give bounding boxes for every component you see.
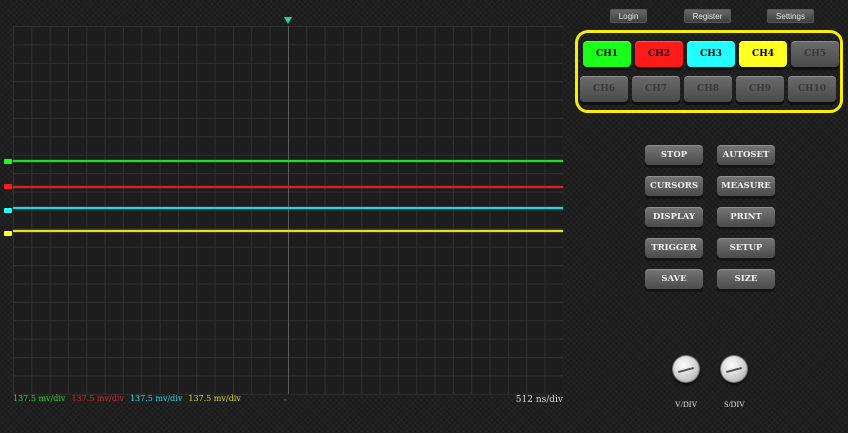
trace-ch2	[13, 186, 563, 188]
setup-button[interactable]: SETUP	[717, 238, 775, 258]
ch2-button[interactable]: CH2	[635, 41, 683, 67]
ch4-offset-marker[interactable]	[4, 231, 12, 236]
ch1-vdiv: 137.5 mv/div	[13, 394, 66, 403]
ch1-offset-marker[interactable]	[4, 159, 12, 164]
ch7-button[interactable]: CH7	[632, 76, 680, 102]
measure-button[interactable]: MEASURE	[717, 176, 775, 196]
ch3-offset-marker[interactable]	[4, 208, 12, 213]
ch8-button[interactable]: CH8	[684, 76, 732, 102]
trace-ch3	[13, 207, 563, 209]
print-button[interactable]: PRINT	[717, 207, 775, 227]
ch2-offset-marker[interactable]	[4, 184, 12, 189]
ch3-vdiv: 137.5 mv/div	[129, 394, 183, 403]
sdiv-label: S/DIV	[724, 400, 745, 409]
ch9-button[interactable]: CH9	[736, 76, 784, 102]
trigger-button[interactable]: TRIGGER	[645, 238, 703, 258]
vdiv-readouts: 137.5 mv/div 137.5 mv/div 137.5 mv/div 137.…	[13, 394, 563, 403]
ch10-button[interactable]: CH10	[788, 76, 836, 102]
ch4-button[interactable]: CH4	[739, 41, 787, 67]
display-button[interactable]: DISPLAY	[645, 207, 703, 227]
knob-notch-icon	[726, 366, 742, 374]
settings-button[interactable]: Settings	[766, 8, 815, 24]
ch5-button[interactable]: CH5	[791, 41, 839, 67]
size-button[interactable]: SIZE	[717, 269, 775, 289]
trace-ch4	[13, 230, 563, 232]
scope-info-bar: 137.5 mv/div 137.5 mv/div 137.5 mv/div 137.…	[13, 394, 563, 408]
ch3-button[interactable]: CH3	[687, 41, 735, 67]
save-button[interactable]: SAVE	[645, 269, 703, 289]
ch1-button[interactable]: CH1	[583, 41, 631, 67]
trace-ch1	[13, 160, 563, 162]
trigger-position-marker[interactable]	[284, 17, 292, 24]
ch6-button[interactable]: CH6	[580, 76, 628, 102]
ch2-vdiv: 137.5 mv/div	[71, 394, 124, 403]
center-vertical-line	[288, 26, 289, 394]
vdiv-label: V/DIV	[675, 400, 698, 409]
login-button[interactable]: Login	[609, 8, 648, 24]
oscilloscope-screen[interactable]	[13, 26, 563, 395]
knob-notch-icon	[678, 366, 694, 374]
ground-mark-icon: ⌁	[283, 396, 288, 404]
ch4-vdiv: 137.5 mv/div	[188, 394, 241, 403]
stop-button[interactable]: STOP	[645, 145, 703, 165]
vdiv-knob[interactable]	[673, 356, 699, 382]
time-div-readout: 512 ns/div	[515, 395, 563, 405]
register-button[interactable]: Register	[683, 8, 732, 24]
cursors-button[interactable]: CURSORS	[645, 176, 703, 196]
sdiv-knob[interactable]	[721, 356, 747, 382]
autoset-button[interactable]: AUTOSET	[717, 145, 775, 165]
